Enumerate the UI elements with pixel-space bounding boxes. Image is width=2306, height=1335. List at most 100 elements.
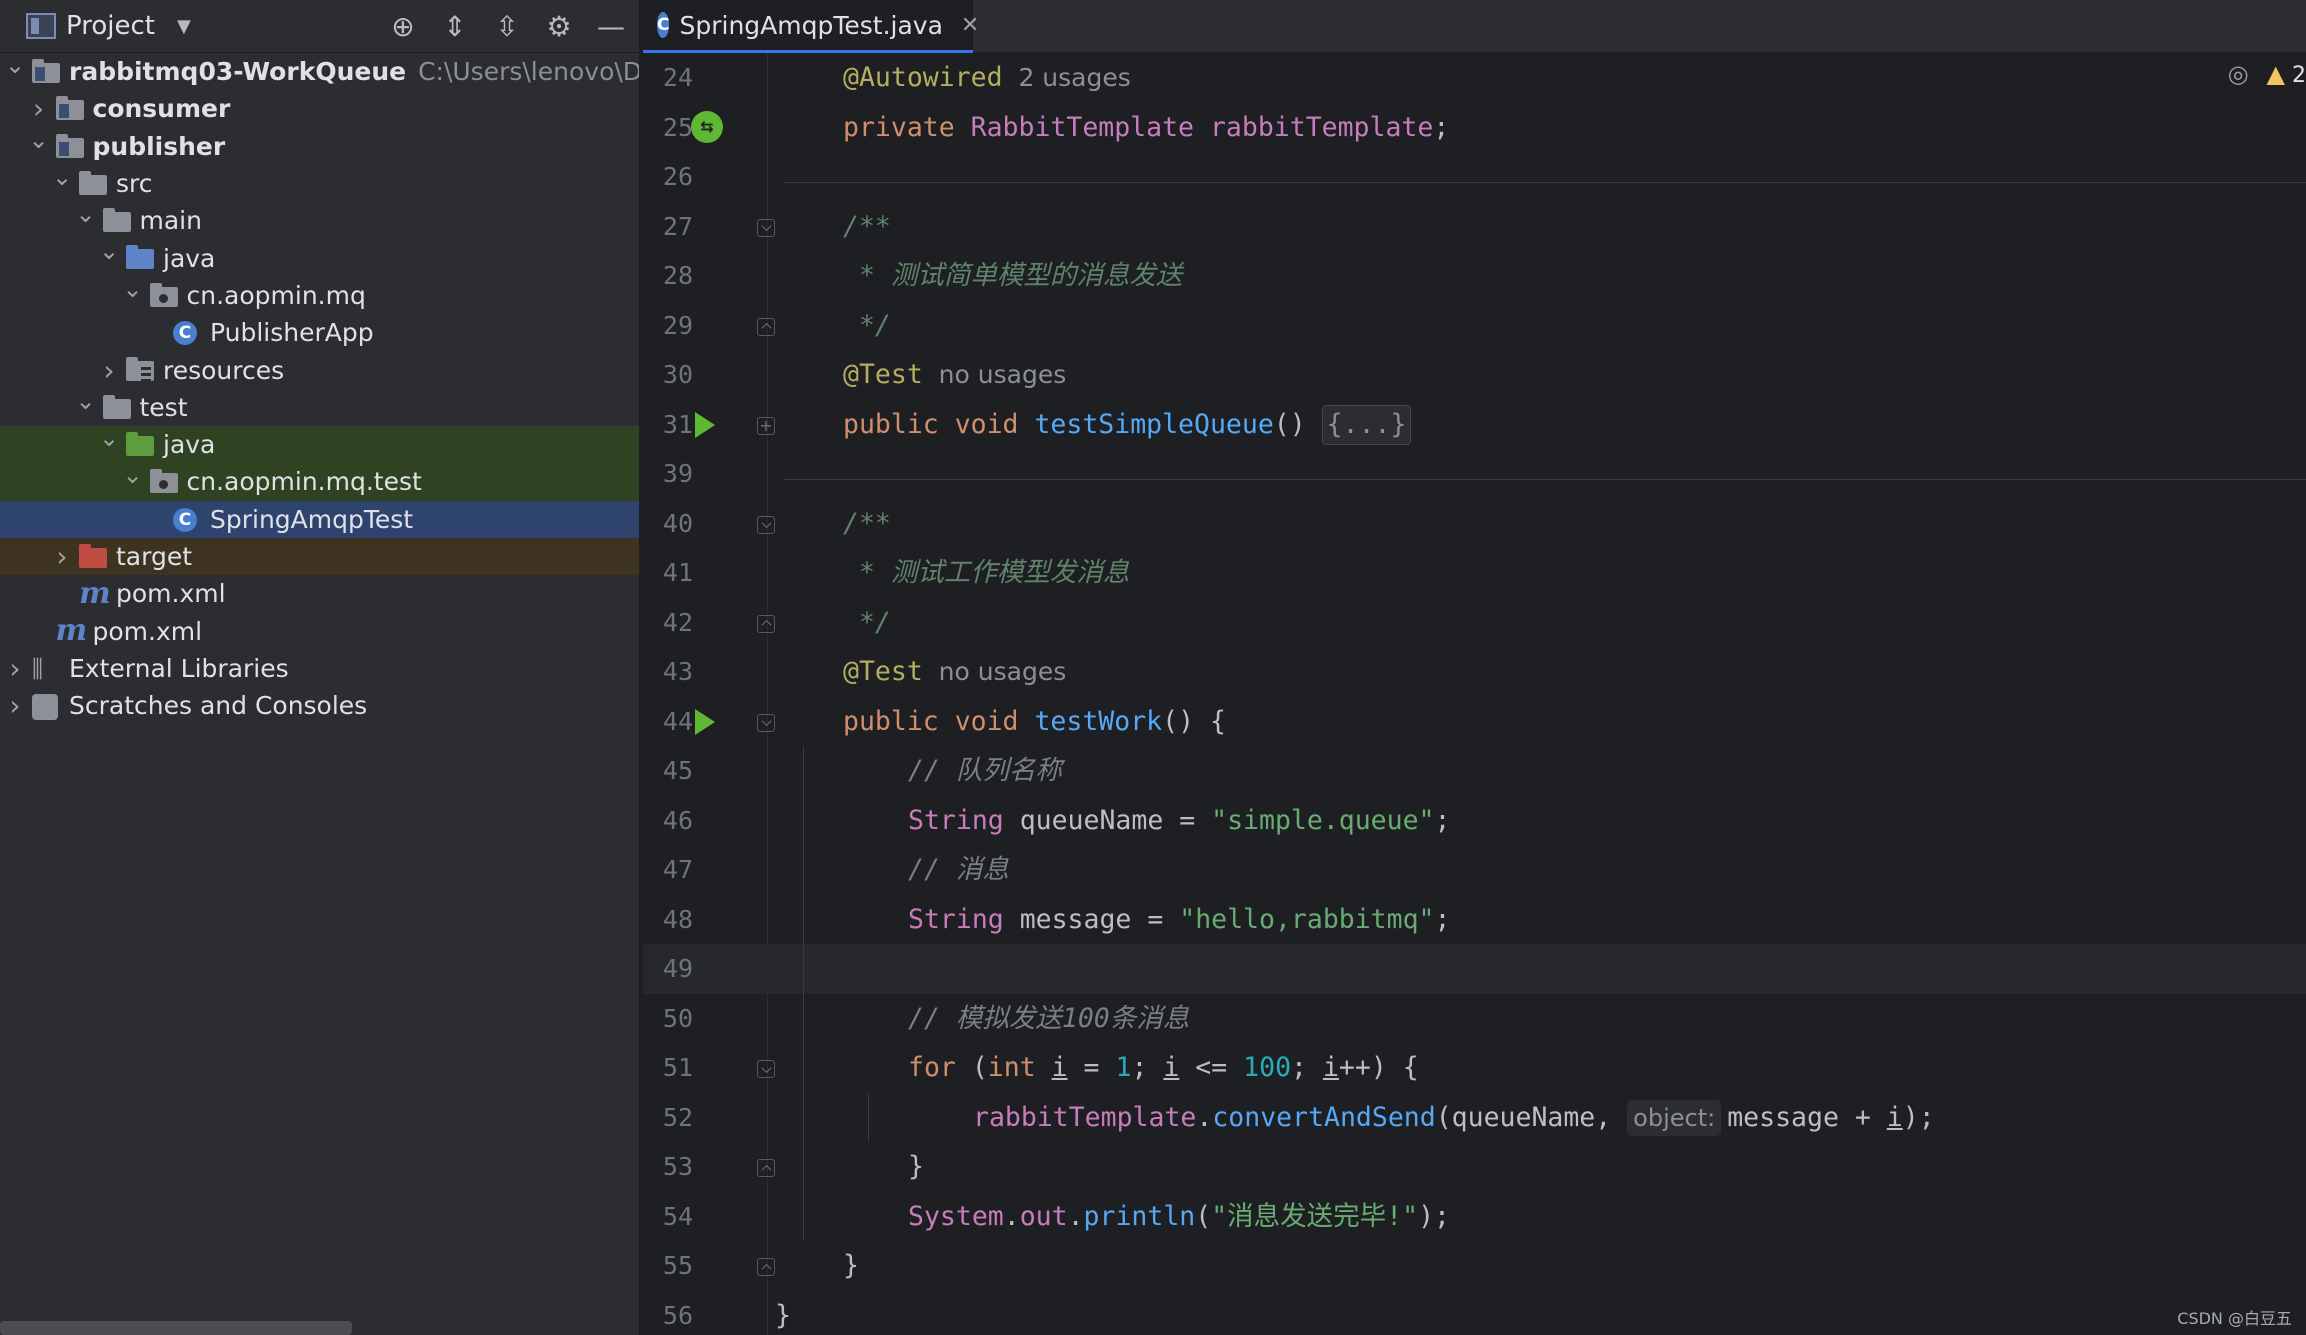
tree-item[interactable]: m pom.xml xyxy=(0,612,639,649)
usage-hint[interactable]: 2 usages xyxy=(1003,63,1130,92)
code-line[interactable]: 49 xyxy=(643,944,2306,994)
tree-item[interactable]: C SpringAmqpTest xyxy=(0,500,639,538)
warning-indicator[interactable]: ▲ 2 xyxy=(2267,60,2306,88)
line-number[interactable]: 27 xyxy=(643,202,693,252)
chevron-right-icon[interactable]: › xyxy=(98,354,120,387)
line-number[interactable]: 26 xyxy=(643,152,693,202)
tree-item[interactable]: › consumer xyxy=(0,90,639,127)
line-number[interactable]: 45 xyxy=(643,746,693,796)
chevron-down-icon[interactable]: ⌄ xyxy=(75,200,97,228)
inspection-widget[interactable]: ◎ ▲ 2 xyxy=(2228,60,2306,88)
code-line[interactable]: 29 */ xyxy=(643,301,2306,351)
close-icon[interactable]: ✕ xyxy=(961,13,979,38)
code-area[interactable]: 24 @Autowired 2 usages 25 ⇆ private RabbitTe… xyxy=(643,53,2306,1335)
code-line[interactable]: 24 @Autowired 2 usages xyxy=(643,53,2306,103)
project-view-selector[interactable]: Project ▼ xyxy=(26,11,191,41)
line-number[interactable]: 50 xyxy=(643,994,693,1044)
usage-hint[interactable]: no usages xyxy=(923,360,1067,389)
hide-icon[interactable]: — xyxy=(593,8,629,44)
line-number[interactable]: 25 xyxy=(643,103,693,153)
tree-item[interactable]: C PublisherApp xyxy=(0,314,639,351)
line-number[interactable]: 40 xyxy=(643,499,693,549)
fold-marker-icon[interactable] xyxy=(757,317,775,336)
code-line[interactable]: 44 public void testWork() { xyxy=(643,697,2306,747)
code-line[interactable]: 53} xyxy=(643,1142,2306,1192)
code-line[interactable]: 28 * 测试简单模型的消息发送 xyxy=(643,251,2306,301)
code-line[interactable]: 50 // 模拟发送100条消息 xyxy=(643,994,2306,1044)
code-line[interactable]: 39 xyxy=(643,449,2306,499)
run-test-icon[interactable] xyxy=(695,708,715,735)
tree-item[interactable]: ⌄ main xyxy=(0,200,639,239)
reader-mode-icon[interactable]: ◎ xyxy=(2228,60,2249,88)
collapse-all-icon[interactable]: ⇳ xyxy=(489,8,525,44)
line-number[interactable]: 46 xyxy=(643,796,693,846)
chevron-right-icon[interactable]: › xyxy=(4,652,26,685)
line-number[interactable]: 43 xyxy=(643,647,693,697)
fold-marker-icon[interactable] xyxy=(757,614,775,633)
line-number[interactable]: 48 xyxy=(643,895,693,945)
line-number[interactable]: 42 xyxy=(643,598,693,648)
code-line[interactable]: 43 @Test no usages xyxy=(643,647,2306,697)
tree-item[interactable]: ⌄ cn.aopmin.mq xyxy=(0,275,639,314)
chevron-down-icon[interactable]: ⌄ xyxy=(4,51,26,79)
fold-marker-icon[interactable] xyxy=(757,218,775,237)
tree-item[interactable]: › Scratches and Consoles xyxy=(0,687,639,724)
tab-springamqptest[interactable]: C SpringAmqpTest.java ✕ xyxy=(643,0,979,53)
line-number[interactable]: 28 xyxy=(643,251,693,301)
code-line[interactable]: 47 // 消息 xyxy=(643,845,2306,895)
fold-marker-icon[interactable] xyxy=(757,1258,775,1276)
chevron-down-icon[interactable]: ⌄ xyxy=(122,275,144,303)
chevron-down-icon[interactable]: ⌄ xyxy=(98,424,120,452)
line-number[interactable]: 41 xyxy=(643,548,693,598)
line-number[interactable]: 39 xyxy=(643,449,693,499)
code-line[interactable]: 55} xyxy=(643,1241,2306,1291)
code-line[interactable]: 45 // 队列名称 xyxy=(643,746,2306,796)
line-number[interactable]: 31 xyxy=(643,400,693,450)
code-line[interactable]: 51 for (int i = 1; i <= 100; i++) { xyxy=(643,1043,2306,1093)
line-number[interactable]: 49 xyxy=(643,944,693,994)
tree-item[interactable]: ⌄ java xyxy=(0,237,639,276)
line-number[interactable]: 47 xyxy=(643,845,693,895)
code-line[interactable]: 52 rabbitTemplate.convertAndSend(queueNam… xyxy=(643,1093,2306,1143)
locate-icon[interactable]: ⊕ xyxy=(385,8,421,44)
chevron-right-icon[interactable]: › xyxy=(28,92,50,125)
line-number[interactable]: 51 xyxy=(643,1043,693,1093)
fold-marker-icon[interactable] xyxy=(757,1159,775,1177)
code-line[interactable]: 46 String queueName = "simple.queue"; xyxy=(643,796,2306,846)
settings-icon[interactable]: ⚙ xyxy=(541,8,577,44)
chevron-down-icon[interactable]: ▼ xyxy=(177,16,191,37)
chevron-down-icon[interactable]: ⌄ xyxy=(122,461,144,489)
code-line[interactable]: 42 */ xyxy=(643,598,2306,648)
fold-marker-icon[interactable] xyxy=(757,713,775,732)
chevron-down-icon[interactable]: ⌄ xyxy=(28,126,50,154)
folded-code-pill[interactable]: {...} xyxy=(1321,404,1412,445)
code-line[interactable]: 30 @Test no usages xyxy=(643,350,2306,400)
tree-item[interactable]: › resources xyxy=(0,351,639,388)
code-line[interactable]: 27 /** xyxy=(643,202,2306,252)
code-line[interactable]: 41 * 测试工作模型发消息 xyxy=(643,548,2306,598)
code-line[interactable]: 25 ⇆ private RabbitTemplate rabbitTemplate… xyxy=(643,103,2306,153)
line-number[interactable]: 55 xyxy=(643,1241,693,1291)
code-line[interactable]: 56} xyxy=(643,1291,2306,1335)
tree-item[interactable]: ⌄ src xyxy=(0,163,639,202)
tree-item[interactable]: ⌄ java xyxy=(0,424,639,464)
code-line[interactable]: 48 String message = "hello,rabbitmq"; xyxy=(643,895,2306,945)
code-line[interactable]: 54 System.out.println("消息发送完毕!"); xyxy=(643,1192,2306,1242)
line-number[interactable]: 56 xyxy=(643,1291,693,1335)
tree-item[interactable]: › ⫼ External Libraries xyxy=(0,650,639,687)
tree-item[interactable]: › target xyxy=(0,537,639,576)
code-line[interactable]: 40 /** xyxy=(643,499,2306,549)
line-number[interactable]: 30 xyxy=(643,350,693,400)
chevron-right-icon[interactable]: › xyxy=(4,689,26,722)
tree-item[interactable]: ⌄ test xyxy=(0,387,639,426)
run-test-icon[interactable] xyxy=(695,411,715,438)
code-line[interactable]: 26 xyxy=(643,152,2306,202)
fold-marker-icon[interactable] xyxy=(757,416,775,435)
usage-hint[interactable]: no usages xyxy=(923,657,1067,686)
line-number[interactable]: 54 xyxy=(643,1192,693,1242)
tree-item[interactable]: ⌄ publisher xyxy=(0,126,639,165)
chevron-down-icon[interactable]: ⌄ xyxy=(75,387,97,415)
fold-marker-icon[interactable] xyxy=(757,1060,775,1078)
fold-marker-icon[interactable] xyxy=(757,515,775,534)
line-number[interactable]: 29 xyxy=(643,301,693,351)
